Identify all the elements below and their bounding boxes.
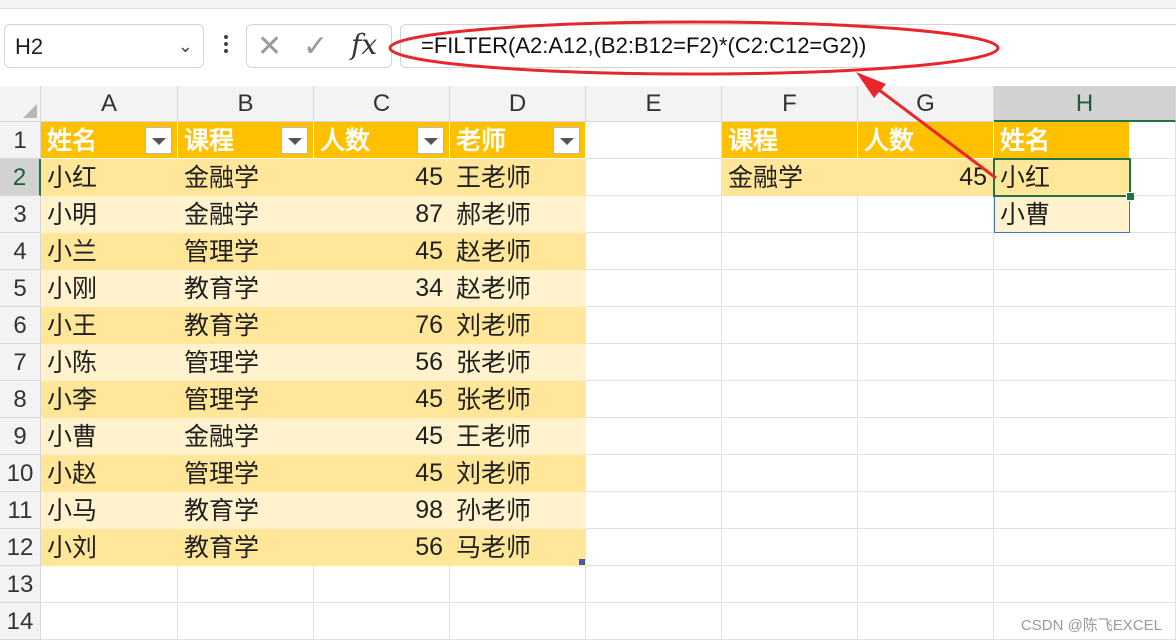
annotation-arrow-line xyxy=(865,78,997,180)
annotation-overlay xyxy=(388,20,1000,180)
annotation-ellipse xyxy=(388,20,1000,76)
annotation-arrow-head xyxy=(856,72,886,98)
